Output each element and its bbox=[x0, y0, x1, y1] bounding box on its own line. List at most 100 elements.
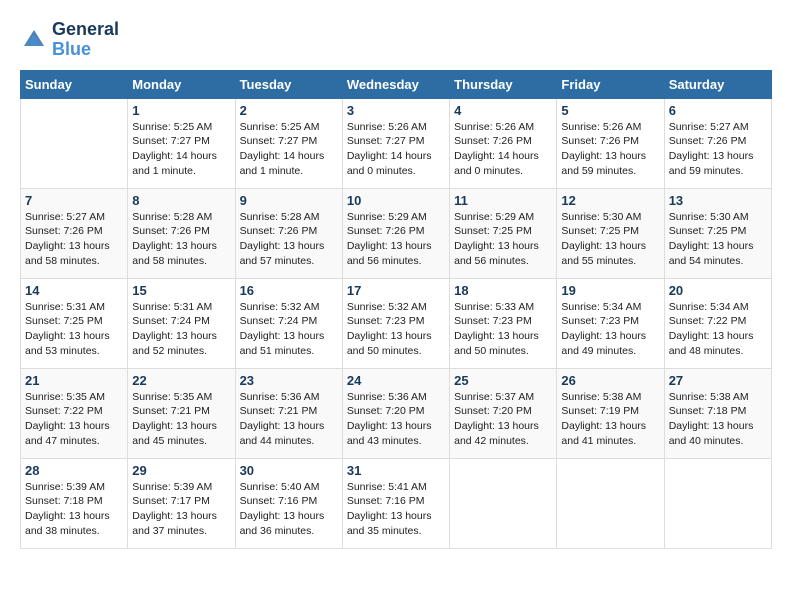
day-cell: 27 Sunrise: 5:38 AM Sunset: 7:18 PM Dayli… bbox=[664, 368, 771, 458]
day-info: Sunrise: 5:29 AM Sunset: 7:26 PM Dayligh… bbox=[347, 210, 445, 269]
day-info: Sunrise: 5:36 AM Sunset: 7:20 PM Dayligh… bbox=[347, 390, 445, 449]
day-number: 16 bbox=[240, 283, 338, 298]
week-row-1: 1 Sunrise: 5:25 AM Sunset: 7:27 PM Daylig… bbox=[21, 98, 772, 188]
day-cell bbox=[21, 98, 128, 188]
day-number: 27 bbox=[669, 373, 767, 388]
day-info: Sunrise: 5:38 AM Sunset: 7:19 PM Dayligh… bbox=[561, 390, 659, 449]
day-cell bbox=[557, 458, 664, 548]
day-number: 6 bbox=[669, 103, 767, 118]
day-number: 17 bbox=[347, 283, 445, 298]
day-cell: 2Sunrise: 5:25 AM Sunset: 7:27 PM Daylig… bbox=[235, 98, 342, 188]
day-cell: 16 Sunrise: 5:32 AM Sunset: 7:24 PM Dayli… bbox=[235, 278, 342, 368]
header-monday: Monday bbox=[128, 70, 235, 98]
day-cell bbox=[664, 458, 771, 548]
day-cell: 6 Sunrise: 5:27 AM Sunset: 7:26 PM Daylig… bbox=[664, 98, 771, 188]
week-row-5: 28Sunrise: 5:39 AM Sunset: 7:18 PM Dayli… bbox=[21, 458, 772, 548]
calendar-header-row: SundayMondayTuesdayWednesdayThursdayFrid… bbox=[21, 70, 772, 98]
header-friday: Friday bbox=[557, 70, 664, 98]
day-info: Sunrise: 5:30 AM Sunset: 7:25 PM Dayligh… bbox=[561, 210, 659, 269]
day-cell: 5 Sunrise: 5:26 AM Sunset: 7:26 PM Daylig… bbox=[557, 98, 664, 188]
day-cell: 23Sunrise: 5:36 AM Sunset: 7:21 PM Dayli… bbox=[235, 368, 342, 458]
day-cell: 20Sunrise: 5:34 AM Sunset: 7:22 PM Dayli… bbox=[664, 278, 771, 368]
day-number: 3 bbox=[347, 103, 445, 118]
page-header: General Blue bbox=[20, 20, 772, 60]
day-number: 10 bbox=[347, 193, 445, 208]
day-cell: 28Sunrise: 5:39 AM Sunset: 7:18 PM Dayli… bbox=[21, 458, 128, 548]
day-cell: 21 Sunrise: 5:35 AM Sunset: 7:22 PM Dayli… bbox=[21, 368, 128, 458]
day-cell: 3 Sunrise: 5:26 AM Sunset: 7:27 PM Daylig… bbox=[342, 98, 449, 188]
day-info: Sunrise: 5:28 AM Sunset: 7:26 PM Dayligh… bbox=[132, 210, 230, 269]
day-number: 24 bbox=[347, 373, 445, 388]
day-number: 12 bbox=[561, 193, 659, 208]
day-info: Sunrise: 5:40 AM Sunset: 7:16 PM Dayligh… bbox=[240, 480, 338, 539]
day-cell: 14 Sunrise: 5:31 AM Sunset: 7:25 PM Dayli… bbox=[21, 278, 128, 368]
day-number: 31 bbox=[347, 463, 445, 478]
logo: General Blue bbox=[20, 20, 119, 60]
day-cell: 17 Sunrise: 5:32 AM Sunset: 7:23 PM Dayli… bbox=[342, 278, 449, 368]
day-info: Sunrise: 5:32 AM Sunset: 7:24 PM Dayligh… bbox=[240, 300, 338, 359]
day-cell: 4 Sunrise: 5:26 AM Sunset: 7:26 PM Daylig… bbox=[450, 98, 557, 188]
day-info: Sunrise: 5:39 AM Sunset: 7:17 PM Dayligh… bbox=[132, 480, 230, 539]
day-info: Sunrise: 5:27 AM Sunset: 7:26 PM Dayligh… bbox=[669, 120, 767, 179]
day-info: Sunrise: 5:34 AM Sunset: 7:23 PM Dayligh… bbox=[561, 300, 659, 359]
day-info: Sunrise: 5:26 AM Sunset: 7:27 PM Dayligh… bbox=[347, 120, 445, 179]
day-info: Sunrise: 5:32 AM Sunset: 7:23 PM Dayligh… bbox=[347, 300, 445, 359]
day-cell: 26Sunrise: 5:38 AM Sunset: 7:19 PM Dayli… bbox=[557, 368, 664, 458]
day-number: 2 bbox=[240, 103, 338, 118]
week-row-2: 7 Sunrise: 5:27 AM Sunset: 7:26 PM Daylig… bbox=[21, 188, 772, 278]
day-info: Sunrise: 5:26 AM Sunset: 7:26 PM Dayligh… bbox=[454, 120, 552, 179]
day-cell: 8Sunrise: 5:28 AM Sunset: 7:26 PM Daylig… bbox=[128, 188, 235, 278]
day-info: Sunrise: 5:31 AM Sunset: 7:25 PM Dayligh… bbox=[25, 300, 123, 359]
day-info: Sunrise: 5:41 AM Sunset: 7:16 PM Dayligh… bbox=[347, 480, 445, 539]
day-number: 13 bbox=[669, 193, 767, 208]
day-info: Sunrise: 5:34 AM Sunset: 7:22 PM Dayligh… bbox=[669, 300, 767, 359]
day-cell: 9 Sunrise: 5:28 AM Sunset: 7:26 PM Daylig… bbox=[235, 188, 342, 278]
day-info: Sunrise: 5:29 AM Sunset: 7:25 PM Dayligh… bbox=[454, 210, 552, 269]
day-cell bbox=[450, 458, 557, 548]
day-number: 1 bbox=[132, 103, 230, 118]
day-number: 9 bbox=[240, 193, 338, 208]
logo-icon bbox=[20, 26, 48, 54]
day-number: 23 bbox=[240, 373, 338, 388]
day-cell: 25 Sunrise: 5:37 AM Sunset: 7:20 PM Dayli… bbox=[450, 368, 557, 458]
day-number: 19 bbox=[561, 283, 659, 298]
header-saturday: Saturday bbox=[664, 70, 771, 98]
day-number: 14 bbox=[25, 283, 123, 298]
header-tuesday: Tuesday bbox=[235, 70, 342, 98]
day-number: 29 bbox=[132, 463, 230, 478]
day-number: 28 bbox=[25, 463, 123, 478]
day-number: 7 bbox=[25, 193, 123, 208]
day-info: Sunrise: 5:35 AM Sunset: 7:22 PM Dayligh… bbox=[25, 390, 123, 449]
day-info: Sunrise: 5:27 AM Sunset: 7:26 PM Dayligh… bbox=[25, 210, 123, 269]
week-row-4: 21 Sunrise: 5:35 AM Sunset: 7:22 PM Dayli… bbox=[21, 368, 772, 458]
day-cell: 31 Sunrise: 5:41 AM Sunset: 7:16 PM Dayli… bbox=[342, 458, 449, 548]
day-info: Sunrise: 5:38 AM Sunset: 7:18 PM Dayligh… bbox=[669, 390, 767, 449]
day-number: 5 bbox=[561, 103, 659, 118]
day-cell: 15Sunrise: 5:31 AM Sunset: 7:24 PM Dayli… bbox=[128, 278, 235, 368]
day-cell: 11 Sunrise: 5:29 AM Sunset: 7:25 PM Dayli… bbox=[450, 188, 557, 278]
day-cell: 18 Sunrise: 5:33 AM Sunset: 7:23 PM Dayli… bbox=[450, 278, 557, 368]
day-cell: 19 Sunrise: 5:34 AM Sunset: 7:23 PM Dayli… bbox=[557, 278, 664, 368]
calendar-table: SundayMondayTuesdayWednesdayThursdayFrid… bbox=[20, 70, 772, 549]
header-wednesday: Wednesday bbox=[342, 70, 449, 98]
day-info: Sunrise: 5:33 AM Sunset: 7:23 PM Dayligh… bbox=[454, 300, 552, 359]
day-info: Sunrise: 5:37 AM Sunset: 7:20 PM Dayligh… bbox=[454, 390, 552, 449]
day-number: 21 bbox=[25, 373, 123, 388]
day-cell: 7 Sunrise: 5:27 AM Sunset: 7:26 PM Daylig… bbox=[21, 188, 128, 278]
day-info: Sunrise: 5:26 AM Sunset: 7:26 PM Dayligh… bbox=[561, 120, 659, 179]
day-cell: 30Sunrise: 5:40 AM Sunset: 7:16 PM Dayli… bbox=[235, 458, 342, 548]
day-info: Sunrise: 5:28 AM Sunset: 7:26 PM Dayligh… bbox=[240, 210, 338, 269]
day-number: 11 bbox=[454, 193, 552, 208]
header-thursday: Thursday bbox=[450, 70, 557, 98]
day-number: 25 bbox=[454, 373, 552, 388]
day-cell: 12 Sunrise: 5:30 AM Sunset: 7:25 PM Dayli… bbox=[557, 188, 664, 278]
day-cell: 10 Sunrise: 5:29 AM Sunset: 7:26 PM Dayli… bbox=[342, 188, 449, 278]
day-number: 15 bbox=[132, 283, 230, 298]
day-info: Sunrise: 5:25 AM Sunset: 7:27 PM Dayligh… bbox=[132, 120, 230, 179]
day-cell: 13 Sunrise: 5:30 AM Sunset: 7:25 PM Dayli… bbox=[664, 188, 771, 278]
day-cell: 29 Sunrise: 5:39 AM Sunset: 7:17 PM Dayli… bbox=[128, 458, 235, 548]
day-info: Sunrise: 5:30 AM Sunset: 7:25 PM Dayligh… bbox=[669, 210, 767, 269]
day-info: Sunrise: 5:35 AM Sunset: 7:21 PM Dayligh… bbox=[132, 390, 230, 449]
day-number: 4 bbox=[454, 103, 552, 118]
day-number: 18 bbox=[454, 283, 552, 298]
